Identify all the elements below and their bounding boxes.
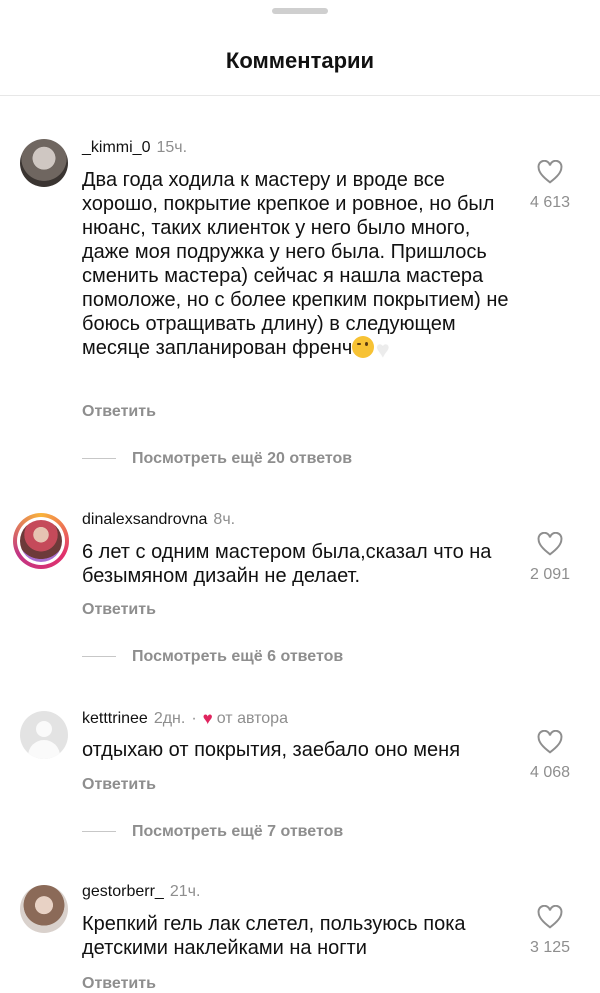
like-control[interactable]: 4 068 xyxy=(520,730,580,782)
comment-text: Два года ходила к мастеру и вроде все хо… xyxy=(82,168,522,362)
like-control[interactable]: 2 091 xyxy=(520,532,580,584)
replies-line xyxy=(82,458,116,460)
comment-text: отдыхаю от покрытия, заебало оно меня xyxy=(82,739,461,761)
meta-separator: · xyxy=(191,710,197,727)
avatar-story-ring[interactable] xyxy=(13,513,69,569)
comment-body: Два года ходила к мастеру и вроде все хо… xyxy=(82,169,509,359)
sheet-grabber-handle[interactable] xyxy=(272,8,328,14)
view-more-replies-button[interactable]: Посмотреть ещё 7 ответов xyxy=(82,823,343,841)
like-control[interactable]: 3 125 xyxy=(520,905,580,957)
comment-meta: ketttrinee 2дн. · ♥ от автора xyxy=(82,709,288,729)
avatar xyxy=(20,520,62,562)
view-more-replies-button[interactable]: Посмотреть ещё 20 ответов xyxy=(82,450,352,468)
like-count: 4 068 xyxy=(529,764,571,781)
replies-line xyxy=(82,656,116,658)
comment-time: 8ч. xyxy=(213,511,236,528)
avatar[interactable] xyxy=(20,885,68,933)
comment-meta: gestorberr_ 21ч. xyxy=(82,883,200,901)
reply-button[interactable]: Ответить xyxy=(82,776,156,794)
comments-sheet: Комментарии _kimmi_0 15ч. Два года ходила… xyxy=(0,0,600,993)
winking-face-emoji-icon xyxy=(352,336,375,358)
comment-time: 15ч. xyxy=(156,139,188,156)
view-more-replies-label: Посмотреть ещё 6 ответов xyxy=(132,648,344,665)
username[interactable]: gestorberr_ xyxy=(82,883,164,900)
heart-outline-icon[interactable] xyxy=(537,532,563,556)
avatar[interactable] xyxy=(20,139,68,187)
comment-text: 6 лет с одним мастером была,сказал что н… xyxy=(82,541,492,587)
heart-outline-icon[interactable] xyxy=(537,730,563,754)
like-control[interactable]: 4 613 xyxy=(520,160,580,212)
like-count: 4 613 xyxy=(529,194,571,211)
author-liked-note: от автора xyxy=(216,710,288,727)
username[interactable]: dinalexsandrovna xyxy=(82,511,207,528)
author-heart-icon: ♥ xyxy=(202,709,213,728)
avatar-placeholder[interactable] xyxy=(20,711,68,759)
heart-outline-icon[interactable] xyxy=(537,160,563,184)
view-more-replies-button[interactable]: Посмотреть ещё 6 ответов xyxy=(82,648,343,666)
reply-button[interactable]: Ответить xyxy=(82,601,156,619)
replies-line xyxy=(82,831,116,833)
white-heart-emoji-icon: ♥ xyxy=(376,337,390,362)
comment-text: Крепкий гель лак слетел, пользуюсь пока … xyxy=(82,913,466,959)
user-silhouette-icon xyxy=(36,721,52,737)
like-count: 2 091 xyxy=(529,566,571,583)
username[interactable]: _kimmi_0 xyxy=(82,139,150,156)
heart-outline-icon[interactable] xyxy=(537,905,563,929)
view-more-replies-label: Посмотреть ещё 7 ответов xyxy=(132,823,344,840)
reply-button[interactable]: Ответить xyxy=(82,403,156,421)
sheet-title: Комментарии xyxy=(225,48,375,73)
comment-time: 2дн. xyxy=(153,710,186,727)
reply-button[interactable]: Ответить xyxy=(82,975,156,993)
comment-meta: _kimmi_0 15ч. xyxy=(82,139,187,157)
comment-time: 21ч. xyxy=(169,883,201,900)
like-count: 3 125 xyxy=(529,939,571,956)
comment-meta: dinalexsandrovna 8ч. xyxy=(82,511,235,529)
username[interactable]: ketttrinee xyxy=(82,710,148,727)
view-more-replies-label: Посмотреть ещё 20 ответов xyxy=(132,450,353,467)
title-divider xyxy=(0,95,600,96)
